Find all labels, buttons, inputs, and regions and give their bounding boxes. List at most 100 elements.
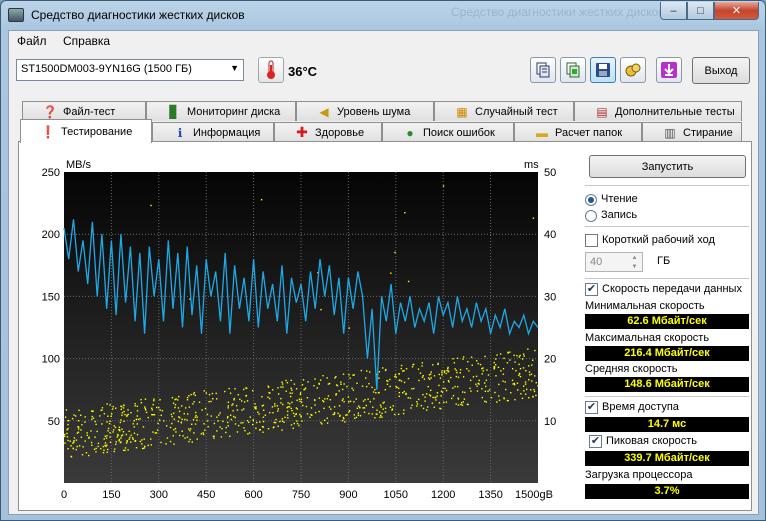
access-time-point xyxy=(298,398,301,400)
access-time-point xyxy=(352,389,355,391)
access-time-point xyxy=(296,422,299,425)
tab-random-test[interactable]: ▦ Случайный тест xyxy=(434,101,574,121)
access-time-point xyxy=(181,418,183,421)
copy-text-button[interactable] xyxy=(560,57,586,83)
save-button[interactable] xyxy=(590,57,616,83)
x-tick-label: 1200 xyxy=(431,489,455,501)
access-time-point xyxy=(153,399,155,402)
tab-disk-monitoring[interactable]: ▊ Мониторинг диска xyxy=(146,101,296,121)
copy-button[interactable] xyxy=(530,57,556,83)
tab-health[interactable]: ✚ Здоровье xyxy=(274,122,382,142)
access-time-point xyxy=(184,407,187,409)
access-time-point xyxy=(468,370,470,372)
access-time-point xyxy=(247,433,249,435)
access-time-point xyxy=(151,413,153,416)
access-time-point xyxy=(232,410,234,412)
tab-noise-level[interactable]: ◀ Уровень шума xyxy=(296,101,434,121)
write-radio[interactable] xyxy=(585,210,597,222)
tab-error-scan[interactable]: ● Поиск ошибок xyxy=(382,122,514,142)
access-time-point xyxy=(484,355,486,358)
access-time-point xyxy=(522,367,525,369)
transfer-rate-label: Скорость передачи данных xyxy=(602,283,742,295)
access-time-point xyxy=(94,436,96,438)
access-time-point xyxy=(454,385,456,388)
short-stroke-checkbox[interactable] xyxy=(585,234,598,247)
access-time-point xyxy=(160,414,162,416)
access-time-point xyxy=(323,400,325,403)
access-time-point xyxy=(452,358,454,360)
access-time-point xyxy=(455,375,458,378)
start-button[interactable]: Запустить xyxy=(589,155,746,178)
drive-select[interactable]: ST1500DM003-9YN16G (1500 ГБ) ▼ xyxy=(16,59,244,81)
access-time-point xyxy=(211,392,214,395)
tab-erase[interactable]: ▥ Стирание xyxy=(642,122,742,142)
access-time-point xyxy=(300,416,302,418)
access-time-point xyxy=(343,401,345,403)
access-time-point xyxy=(456,357,459,359)
maximize-button[interactable]: □ xyxy=(687,2,714,20)
access-time-point xyxy=(80,436,83,438)
access-time-point xyxy=(224,390,226,393)
access-time-point xyxy=(127,409,129,411)
access-time-point xyxy=(523,355,525,357)
access-time-point xyxy=(440,395,442,397)
tab-extra-tests[interactable]: ▤ Дополнительные тесты xyxy=(574,101,742,121)
exit-button[interactable]: Выход xyxy=(692,57,750,84)
access-time-point xyxy=(73,414,75,416)
access-time-point xyxy=(306,413,309,415)
access-time-point xyxy=(87,454,90,457)
access-time-checkbox[interactable]: ✔ xyxy=(585,401,598,414)
access-time-point xyxy=(171,396,174,399)
tab-folder-usage[interactable]: ▬ Расчет папок xyxy=(514,122,642,142)
transfer-rate-checkbox[interactable]: ✔ xyxy=(585,283,598,296)
title-bar[interactable]: Средство диагностики жестких дисков Сред… xyxy=(1,1,765,29)
access-time-point xyxy=(275,418,277,421)
tab-benchmark[interactable]: ❗ Тестирование xyxy=(20,119,152,143)
spin-down-icon[interactable]: ▼ xyxy=(628,263,641,271)
x-tick-label: 600 xyxy=(244,489,262,501)
x-tick-label: 750 xyxy=(292,489,310,501)
access-time-point xyxy=(174,427,177,430)
access-time-point xyxy=(340,383,342,385)
tab-info[interactable]: ℹ Информация xyxy=(152,122,274,142)
access-time-point xyxy=(349,377,351,379)
access-time-point xyxy=(452,387,454,389)
tab-label: Здоровье xyxy=(315,126,365,139)
access-time-point xyxy=(318,382,320,385)
screenshot-button[interactable] xyxy=(620,57,646,83)
access-time-point xyxy=(481,373,483,375)
access-time-point xyxy=(174,404,177,406)
benchmark-icon: ❗ xyxy=(40,124,56,139)
menu-file[interactable]: Файл xyxy=(17,34,47,48)
access-time-point xyxy=(262,416,265,418)
access-time-point xyxy=(355,398,358,400)
access-time-point xyxy=(516,382,519,384)
access-time-point xyxy=(150,444,153,446)
access-time-point xyxy=(86,432,88,434)
access-time-point xyxy=(255,427,257,430)
access-time-point xyxy=(114,448,116,450)
spin-up-icon[interactable]: ▲ xyxy=(628,254,641,262)
burst-rate-checkbox[interactable]: ✔ xyxy=(589,435,602,448)
benchmark-panel: 0 150 300 450 600 750 900 1050 1200 1350 1500gB 250… xyxy=(18,141,752,511)
access-time-point xyxy=(140,402,143,404)
menu-help[interactable]: Справка xyxy=(63,34,110,48)
tab-file-test[interactable]: ❓ Файл-тест xyxy=(22,101,146,121)
access-time-point xyxy=(213,422,216,425)
read-label: Чтение xyxy=(601,193,638,205)
access-time-point xyxy=(452,394,455,397)
short-stroke-input[interactable]: 40 ▲ ▼ xyxy=(585,252,643,272)
access-time-point xyxy=(136,410,139,412)
access-time-point xyxy=(134,439,137,442)
access-time-point xyxy=(277,393,280,395)
access-time-point xyxy=(155,432,158,434)
access-time-point xyxy=(257,411,259,413)
read-radio[interactable] xyxy=(585,194,597,206)
update-button[interactable] xyxy=(656,57,682,83)
close-button[interactable]: ✕ xyxy=(714,2,759,20)
access-time-point xyxy=(246,419,249,422)
access-time-point xyxy=(229,435,231,437)
minimize-button[interactable]: – xyxy=(660,2,687,20)
access-time-point xyxy=(285,379,287,382)
access-time-point xyxy=(245,387,248,390)
